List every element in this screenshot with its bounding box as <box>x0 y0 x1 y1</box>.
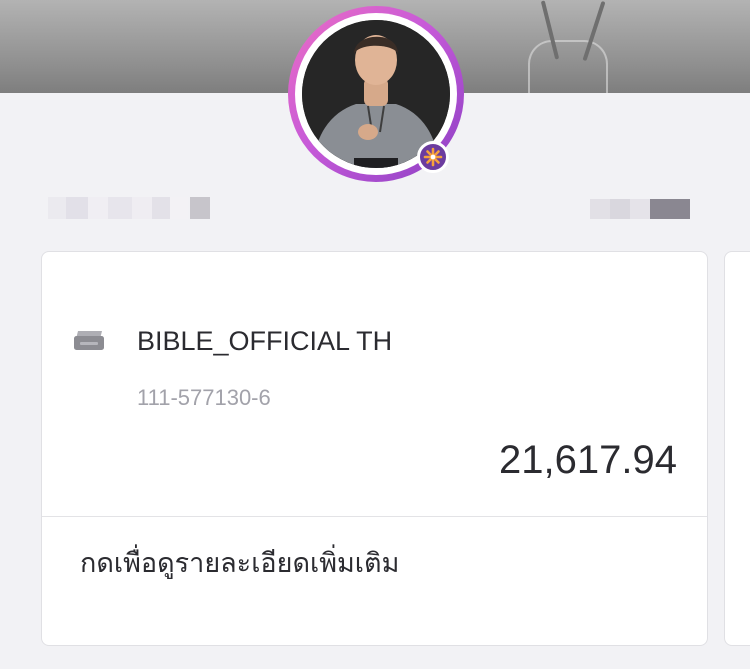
card-divider <box>42 516 707 517</box>
obscured-text-left <box>48 197 218 219</box>
profile-avatar[interactable] <box>288 6 464 182</box>
obscured-text-right <box>590 199 690 219</box>
view-details-link[interactable]: กดเพื่อดูรายละเอียดเพิ่มเติม <box>80 541 399 584</box>
sparkle-badge-icon <box>417 141 449 173</box>
cover-vase-shape <box>528 40 608 93</box>
account-card[interactable]: BIBLE_OFFICIAL TH 111-577130-6 21,617.94… <box>41 251 708 646</box>
account-number: 111-577130-6 <box>137 385 271 410</box>
bank-card-icon <box>72 328 106 354</box>
account-name: BIBLE_OFFICIAL TH <box>137 326 393 356</box>
next-account-card[interactable] <box>724 251 750 646</box>
account-balance: 21,617.94 <box>499 438 677 482</box>
